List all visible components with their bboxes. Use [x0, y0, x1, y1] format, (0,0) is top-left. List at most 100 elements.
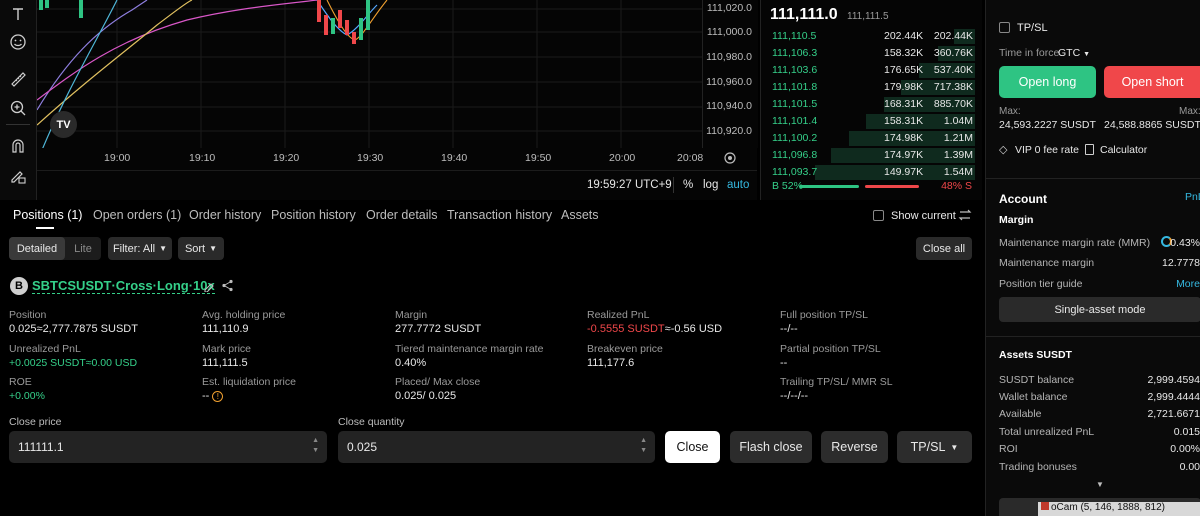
- orderbook-row[interactable]: 111,093.7 149.97K 1.54M: [761, 164, 983, 181]
- pnl-link[interactable]: PnL: [1185, 191, 1200, 203]
- trailing-tpsl-value[interactable]: --/--/--: [780, 390, 808, 402]
- position-size-value: 0.025≈2,777.7875 SUSDT: [9, 323, 138, 335]
- orderbook-row[interactable]: 111,100.2 174.98K 1.21M: [761, 130, 983, 147]
- text-icon[interactable]: [6, 2, 30, 26]
- orderbook-row[interactable]: 111,106.3 158.32K 360.76K: [761, 45, 983, 62]
- tab-order-details[interactable]: Order details: [366, 208, 438, 222]
- detailed-view-button[interactable]: Detailed: [9, 237, 65, 260]
- price-chart[interactable]: TV: [37, 0, 702, 148]
- max-long-label: Max:: [999, 106, 1021, 117]
- edit-icon[interactable]: [203, 280, 215, 295]
- tpsl-dropdown-button[interactable]: TP/SL ▼: [897, 431, 972, 463]
- magnet-icon[interactable]: [6, 134, 30, 158]
- close-all-button[interactable]: Close all: [916, 237, 972, 260]
- orderbook-price: 111,101.8: [772, 81, 818, 93]
- diamond-icon: ◇: [999, 144, 1008, 156]
- price-axis[interactable]: 111,020.0 111,000.0 110,980.0 110,960.0 …: [702, 0, 758, 148]
- section-divider: [986, 178, 1200, 179]
- order-panel: TP/SL Time in force GTC ▼ Open long Open…: [985, 0, 1200, 516]
- orderbook-total: 1.21M: [943, 132, 973, 144]
- lock-pencil-icon[interactable]: [6, 164, 30, 188]
- margin-value: 277.7772 SUSDT: [395, 323, 482, 335]
- stepper-icon[interactable]: ▲ ▼: [640, 436, 647, 456]
- orderbook-size: 179.98K: [884, 81, 924, 93]
- chevron-down-icon: ▼: [209, 244, 218, 253]
- tab-order-history[interactable]: Order history: [189, 208, 261, 222]
- realized-pnl-usd: ≈-0.56 USD: [664, 323, 723, 335]
- flash-close-button[interactable]: Flash close: [730, 431, 812, 463]
- calculator-link[interactable]: Calculator: [1100, 144, 1147, 156]
- share-icon[interactable]: [221, 279, 234, 295]
- tab-transaction-history[interactable]: Transaction history: [447, 208, 552, 222]
- max-short-label: Max:: [1179, 106, 1200, 117]
- more-link[interactable]: More: [1176, 278, 1200, 290]
- orderbook-total: 360.76K: [933, 47, 973, 59]
- close-price-input[interactable]: 111111.1 ▲ ▼: [9, 431, 327, 463]
- full-tpsl-value[interactable]: --/--: [780, 323, 798, 335]
- orderbook-row[interactable]: 111,101.4 158.31K 1.04M: [761, 113, 983, 130]
- orderbook-row[interactable]: 111,101.8 179.98K 717.38K: [761, 79, 983, 96]
- tab-assets[interactable]: Assets: [561, 208, 599, 222]
- tpsl-checkbox[interactable]: [999, 22, 1010, 33]
- chart-settings-icon[interactable]: [723, 151, 737, 168]
- show-current-checkbox[interactable]: [873, 210, 884, 221]
- asset-value: 0.00%: [1170, 443, 1200, 455]
- info-icon[interactable]: !: [212, 390, 224, 402]
- tab-position-history[interactable]: Position history: [271, 208, 356, 222]
- chart-status-bar: 19:59:27 UTC+9 % log auto: [37, 170, 757, 200]
- time-axis[interactable]: 19:00 19:10 19:20 19:30 19:40 19:50 20:0…: [37, 148, 757, 170]
- orderbook-size: 174.98K: [884, 132, 924, 144]
- ocam-overlay: oCam (5, 146, 1888, 812): [1038, 502, 1200, 516]
- time-tick: 19:20: [273, 152, 300, 164]
- orderbook-total: 1.54M: [943, 166, 973, 178]
- tradingview-logo[interactable]: TV: [50, 111, 77, 138]
- orderbook-row[interactable]: 111,110.5 202.44K 202.44K: [761, 28, 983, 45]
- lite-view-button[interactable]: Lite: [65, 237, 101, 260]
- show-current-label: Show current: [891, 210, 956, 222]
- tab-open-orders[interactable]: Open orders (1): [93, 208, 181, 222]
- expand-chevron-icon[interactable]: ▼: [1096, 480, 1104, 489]
- close-quantity-value: 0.025: [347, 440, 378, 454]
- liquidation-price-text: --: [202, 390, 210, 402]
- realized-pnl-value: -0.5555 SUSDT≈-0.56 USD: [587, 323, 722, 335]
- mark-price-value: 111,111.5: [202, 357, 248, 369]
- single-asset-mode-button[interactable]: Single-asset mode: [999, 297, 1200, 322]
- unrealized-pnl-value: +0.0025 SUSDT≈0.00 USD: [9, 357, 138, 369]
- full-tpsl-text: --/--: [780, 323, 798, 335]
- ruler-icon[interactable]: [6, 67, 30, 91]
- vip-fee-rate-link[interactable]: VIP 0 fee rate: [1015, 144, 1079, 156]
- close-quantity-input[interactable]: 0.025 ▲ ▼: [338, 431, 655, 463]
- stepper-icon[interactable]: ▲ ▼: [312, 436, 319, 456]
- open-long-button[interactable]: Open long: [999, 66, 1096, 98]
- partial-tpsl-value[interactable]: --: [780, 357, 787, 369]
- log-scale-toggle[interactable]: log: [703, 179, 718, 191]
- percent-scale-toggle[interactable]: %: [683, 179, 693, 191]
- filter-dropdown[interactable]: Filter: All ▼: [108, 237, 172, 260]
- orderbook-total: 1.04M: [943, 115, 973, 127]
- time-tick: 19:00: [104, 152, 131, 164]
- swap-arrows-icon[interactable]: [958, 208, 972, 225]
- position-tier-guide-label: Position tier guide: [999, 278, 1083, 290]
- ocam-icon: [1041, 502, 1049, 510]
- orderbook-row[interactable]: 111,096.8 174.97K 1.39M: [761, 147, 983, 164]
- field-label: Breakeven price: [587, 343, 663, 355]
- close-button[interactable]: Close: [665, 431, 720, 463]
- orderbook-price: 111,101.5: [772, 98, 818, 110]
- orderbook-size: 158.32K: [884, 47, 924, 59]
- auto-scale-toggle[interactable]: auto: [727, 179, 749, 191]
- orderbook-row[interactable]: 111,101.5 168.31K 885.70K: [761, 96, 983, 113]
- field-label: Est. liquidation price: [202, 376, 296, 388]
- reverse-button[interactable]: Reverse: [821, 431, 888, 463]
- asset-value: 2,999.4594: [1147, 374, 1200, 386]
- position-symbol[interactable]: SBTCSUSDT·Cross·Long·10x: [32, 278, 215, 294]
- zoom-in-icon[interactable]: [6, 96, 30, 120]
- sort-dropdown[interactable]: Sort ▼: [178, 237, 224, 260]
- orderbook-row[interactable]: 111,103.6 176.65K 537.40K: [761, 62, 983, 79]
- tpsl-label: TP/SL: [910, 440, 946, 454]
- time-in-force-value: GTC: [1058, 47, 1081, 59]
- time-in-force-dropdown[interactable]: GTC ▼: [1058, 47, 1090, 59]
- tab-positions[interactable]: Positions (1): [13, 208, 82, 222]
- chart-clock: 19:59:27 UTC+9: [587, 179, 672, 191]
- open-short-button[interactable]: Open short: [1104, 66, 1200, 98]
- emoji-icon[interactable]: [6, 30, 30, 54]
